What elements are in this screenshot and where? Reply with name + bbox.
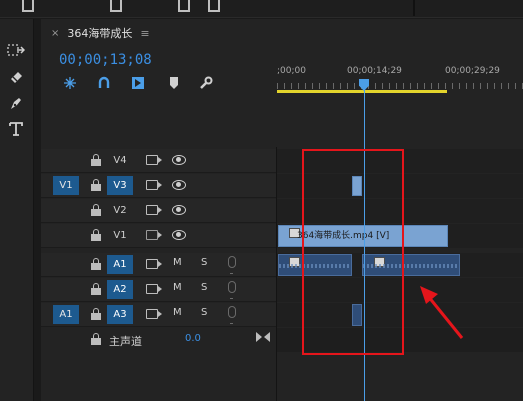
eye-icon[interactable] [172, 205, 186, 215]
header-divider [276, 147, 277, 401]
panel-separator [413, 0, 415, 16]
lock-icon[interactable] [91, 258, 101, 270]
snap-icon[interactable] [63, 76, 77, 90]
track-target-v3[interactable]: V3 [107, 176, 133, 195]
tools-panel [0, 19, 34, 401]
track-header-a2: A2 M S [41, 278, 277, 302]
solo-button[interactable]: S [201, 257, 207, 268]
sync-lock-off-icon[interactable] [146, 230, 162, 240]
track-header-a3: A1 A3 M S [41, 303, 277, 327]
wrench-icon[interactable] [199, 76, 213, 90]
track-target-a1[interactable]: A1 [107, 255, 133, 274]
mute-button[interactable]: M [173, 282, 182, 293]
source-patch-a1[interactable]: A1 [53, 305, 79, 324]
window-control-icon[interactable] [178, 0, 190, 12]
lock-icon[interactable] [91, 229, 101, 241]
sequence-tab[interactable]: × 364海带成长 ≡ [51, 25, 150, 41]
lock-icon[interactable] [91, 154, 101, 166]
track-target-v1[interactable]: V1 [107, 226, 133, 245]
close-tab-icon[interactable]: × [51, 28, 59, 39]
eye-icon[interactable] [172, 230, 186, 240]
type-tool-icon[interactable] [6, 119, 26, 139]
panel-menu-icon[interactable]: ≡ [140, 27, 149, 40]
track-target-v4[interactable]: V4 [107, 151, 133, 170]
lock-icon[interactable] [91, 283, 101, 295]
sync-lock-icon[interactable] [146, 284, 162, 294]
track-header-v3: V1 V3 [41, 174, 277, 198]
lock-icon[interactable] [91, 179, 101, 191]
window-control-icon[interactable] [110, 0, 122, 12]
window-control-icon[interactable] [22, 0, 34, 12]
time-ruler[interactable]: ;00;00 00;00;14;29 00;00;29;29 [277, 63, 523, 95]
eye-icon[interactable] [172, 155, 186, 165]
magnet-link-icon[interactable] [97, 76, 111, 90]
source-patch-v1[interactable]: V1 [53, 176, 79, 195]
eye-icon[interactable] [172, 180, 186, 190]
window-control-icon[interactable] [208, 0, 220, 12]
track-target-a3[interactable]: A3 [107, 305, 133, 324]
razor-icon[interactable] [6, 67, 26, 87]
sync-lock-icon[interactable] [146, 180, 162, 190]
highlight-box [302, 149, 404, 355]
master-levels-icon[interactable] [256, 332, 270, 342]
sync-lock-icon[interactable] [146, 259, 162, 269]
master-track-label: 主声道 [109, 335, 142, 348]
timeline-panel: × 364海带成长 ≡ 00;00;13;08 ;00;00 00;00;14;… [41, 19, 523, 401]
master-track-header: 主声道 0.0 [41, 328, 277, 352]
sync-lock-icon[interactable] [146, 155, 162, 165]
add-marker-icon[interactable] [131, 76, 145, 90]
marker-icon[interactable] [167, 76, 181, 90]
microphone-icon[interactable] [228, 306, 236, 324]
ruler-ticks [277, 83, 523, 89]
track-header-v2: V2 [41, 199, 277, 223]
ruler-label: ;00;00 [277, 66, 306, 76]
mute-button[interactable]: M [173, 257, 182, 268]
annotation-arrow-icon [420, 286, 464, 339]
work-area-bar[interactable] [277, 90, 447, 93]
lock-icon[interactable] [91, 204, 101, 216]
pen-icon[interactable] [6, 93, 26, 113]
sequence-name: 364海带成长 [67, 27, 133, 40]
solo-button[interactable]: S [201, 307, 207, 318]
track-select-icon[interactable] [6, 41, 26, 61]
sync-lock-icon[interactable] [146, 205, 162, 215]
track-target-v2[interactable]: V2 [107, 201, 133, 220]
solo-button[interactable]: S [201, 282, 207, 293]
track-target-a2[interactable]: A2 [107, 280, 133, 299]
sync-lock-icon[interactable] [146, 309, 162, 319]
top-strip [0, 0, 523, 18]
microphone-icon[interactable] [228, 281, 236, 299]
ruler-label: 00;00;14;29 [347, 66, 402, 76]
track-header-a1: A1 M S [41, 253, 277, 277]
mute-button[interactable]: M [173, 307, 182, 318]
track-header-v1: V1 [41, 224, 277, 248]
ruler-label: 00;00;29;29 [445, 66, 500, 76]
lock-icon[interactable] [91, 308, 101, 320]
playhead-timecode[interactable]: 00;00;13;08 [59, 52, 152, 68]
master-volume-value[interactable]: 0.0 [185, 333, 201, 344]
lock-icon[interactable] [91, 333, 101, 345]
track-header-v4: V4 [41, 149, 277, 173]
microphone-icon[interactable] [228, 256, 236, 274]
